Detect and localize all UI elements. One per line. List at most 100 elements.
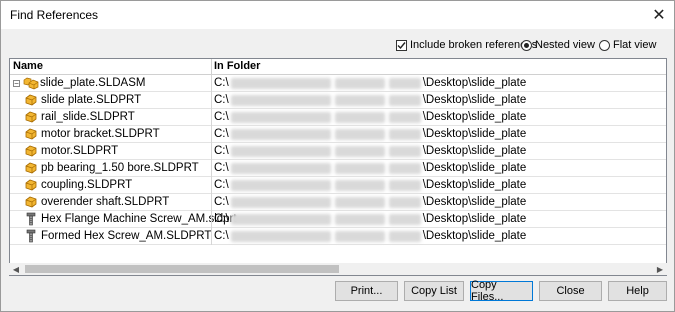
close-icon[interactable]: ✕ (644, 1, 674, 29)
redacted-path-segment (334, 94, 385, 106)
copy-files-button[interactable]: Copy Files... (470, 279, 533, 303)
checkbox-checked-icon[interactable] (396, 39, 407, 51)
close-button[interactable]: Close (539, 281, 602, 301)
redacted-path-segment (388, 213, 421, 225)
redacted-path-segment (230, 196, 331, 208)
table-row[interactable]: rail_slide.SLDPRT C:\ \Desktop\slide_plate (10, 109, 666, 126)
column-divider (211, 75, 212, 92)
folder-prefix: C:\ (214, 179, 229, 191)
list-header: Name In Folder (10, 59, 666, 75)
redacted-path-segment (334, 162, 385, 174)
folder-prefix: C:\ (214, 196, 229, 208)
column-header-folder[interactable]: In Folder (214, 60, 260, 72)
name-cell: rail_slide.SLDPRT (10, 109, 135, 125)
folder-cell: C:\ \Desktop\slide_plate (214, 160, 526, 176)
name-cell: motor.SLDPRT (10, 143, 118, 159)
column-header-name[interactable]: Name (13, 60, 43, 72)
folder-suffix: \Desktop\slide_plate (422, 77, 527, 89)
folder-suffix: \Desktop\slide_plate (422, 162, 527, 174)
column-divider (211, 211, 212, 228)
file-name: pb bearing_1.50 bore.SLDPRT (41, 162, 199, 174)
folder-cell: C:\ \Desktop\slide_plate (214, 194, 526, 210)
redacted-path-segment (388, 145, 421, 157)
window-title: Find References (10, 8, 99, 22)
part-icon (24, 161, 38, 175)
name-cell: slide plate.SLDPRT (10, 92, 141, 108)
redacted-path-segment (334, 128, 385, 140)
part-icon (24, 110, 38, 124)
radio-unselected-icon[interactable] (599, 39, 610, 51)
folder-cell: C:\ \Desktop\slide_plate (214, 126, 526, 142)
redacted-path-segment (230, 77, 331, 89)
column-divider (211, 92, 212, 109)
folder-suffix: \Desktop\slide_plate (422, 94, 527, 106)
part-icon (24, 93, 38, 107)
folder-prefix: C:\ (214, 94, 229, 106)
redacted-path-segment (334, 145, 385, 157)
table-row[interactable]: Hex Flange Machine Screw_AM.sldprt C:\ \De… (10, 211, 666, 228)
redacted-path-segment (388, 230, 421, 242)
title-bar: Find References ✕ (1, 1, 674, 29)
table-row[interactable]: slide plate.SLDPRT C:\ \Desktop\slide_plat… (10, 92, 666, 109)
scrollbar-thumb[interactable] (25, 265, 339, 273)
folder-cell: C:\ \Desktop\slide_plate (214, 211, 526, 227)
file-name: Formed Hex Screw_AM.SLDPRT (41, 230, 212, 242)
print-button[interactable]: Print... (335, 281, 398, 301)
folder-suffix: \Desktop\slide_plate (422, 111, 527, 123)
horizontal-scrollbar[interactable]: ◀ ▶ (9, 263, 667, 275)
table-row[interactable]: motor bracket.SLDPRT C:\ \Desktop\slide_pl… (10, 126, 666, 143)
table-row[interactable]: overender shaft.SLDPRT C:\ \Desktop\slide_… (10, 194, 666, 211)
folder-cell: C:\ \Desktop\slide_plate (214, 177, 526, 193)
scroll-left-icon[interactable]: ◀ (9, 263, 23, 275)
find-references-dialog: Find References ✕ Include broken referen… (0, 0, 675, 312)
screw-icon (24, 212, 38, 226)
redacted-path-segment (230, 230, 331, 242)
column-divider (211, 194, 212, 211)
references-list[interactable]: Name In Folder − slide_plate.SLDASM C:\ \De… (9, 58, 667, 276)
column-divider[interactable] (211, 59, 212, 74)
folder-cell: C:\ \Desktop\slide_plate (214, 92, 526, 108)
scroll-right-icon[interactable]: ▶ (653, 263, 667, 275)
copy-list-button[interactable]: Copy List (404, 281, 464, 301)
table-row[interactable]: Formed Hex Screw_AM.SLDPRT C:\ \Desktop\sl… (10, 228, 666, 245)
name-cell: overender shaft.SLDPRT (10, 194, 169, 210)
include-broken-checkbox[interactable]: Include broken references (396, 37, 537, 53)
help-button[interactable]: Help (608, 281, 667, 301)
folder-cell: C:\ \Desktop\slide_plate (214, 109, 526, 125)
radio-selected-icon[interactable] (521, 39, 532, 51)
screw-icon (24, 229, 38, 243)
column-divider (211, 160, 212, 177)
folder-prefix: C:\ (214, 128, 229, 140)
folder-suffix: \Desktop\slide_plate (422, 179, 527, 191)
folder-suffix: \Desktop\slide_plate (422, 196, 527, 208)
folder-suffix: \Desktop\slide_plate (422, 213, 527, 225)
name-cell: motor bracket.SLDPRT (10, 126, 160, 142)
redacted-path-segment (388, 162, 421, 174)
redacted-path-segment (388, 196, 421, 208)
folder-suffix: \Desktop\slide_plate (422, 230, 527, 242)
column-divider (211, 126, 212, 143)
flat-view-radio[interactable]: Flat view (599, 37, 656, 53)
table-row[interactable]: coupling.SLDPRT C:\ \Desktop\slide_plate (10, 177, 666, 194)
table-row[interactable]: − slide_plate.SLDASM C:\ \Desktop\slide_pla… (10, 75, 666, 92)
table-row[interactable]: pb bearing_1.50 bore.SLDPRT C:\ \Desktop\s… (10, 160, 666, 177)
redacted-path-segment (334, 230, 385, 242)
assembly-icon (23, 76, 39, 90)
view-options: Include broken references Nested view Fl… (1, 37, 674, 53)
redacted-path-segment (230, 162, 331, 174)
table-row[interactable]: motor.SLDPRT C:\ \Desktop\slide_plate (10, 143, 666, 160)
redacted-path-segment (334, 77, 385, 89)
collapse-icon[interactable]: − (13, 79, 20, 87)
nested-view-radio[interactable]: Nested view (521, 37, 595, 53)
name-cell: pb bearing_1.50 bore.SLDPRT (10, 160, 199, 176)
folder-prefix: C:\ (214, 111, 229, 123)
redacted-path-segment (388, 77, 421, 89)
file-name: coupling.SLDPRT (41, 179, 133, 191)
name-cell: − slide_plate.SLDASM (10, 75, 145, 91)
folder-prefix: C:\ (214, 77, 229, 89)
flat-view-label: Flat view (613, 39, 657, 51)
folder-prefix: C:\ (214, 145, 229, 157)
folder-cell: C:\ \Desktop\slide_plate (214, 228, 526, 244)
folder-prefix: C:\ (214, 162, 229, 174)
file-name: motor bracket.SLDPRT (41, 128, 160, 140)
